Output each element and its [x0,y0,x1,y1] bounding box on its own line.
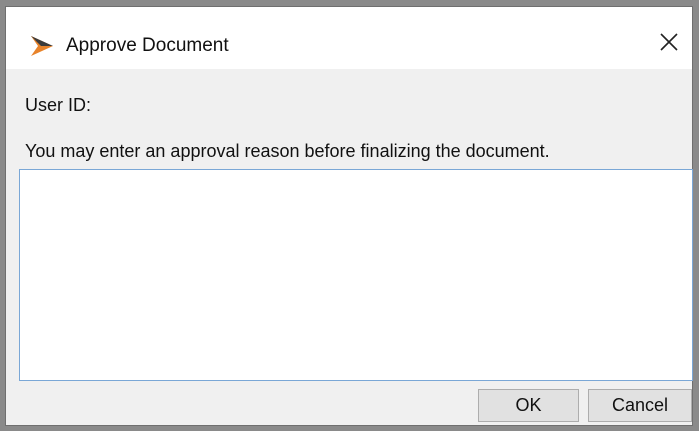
ok-button[interactable]: OK [478,389,579,422]
close-icon [660,32,678,56]
window-title: Approve Document [66,35,229,56]
approve-document-dialog: Approve Document User ID: You may enter … [5,6,693,426]
close-button[interactable] [646,22,692,66]
instruction-text: You may enter an approval reason before … [25,141,550,161]
approval-reason-input[interactable] [19,169,693,381]
approve-chevron-icon [29,34,55,58]
user-id-label: User ID: [25,95,92,115]
title-bar[interactable]: Approve Document [6,7,692,69]
cancel-button[interactable]: Cancel [588,389,692,422]
